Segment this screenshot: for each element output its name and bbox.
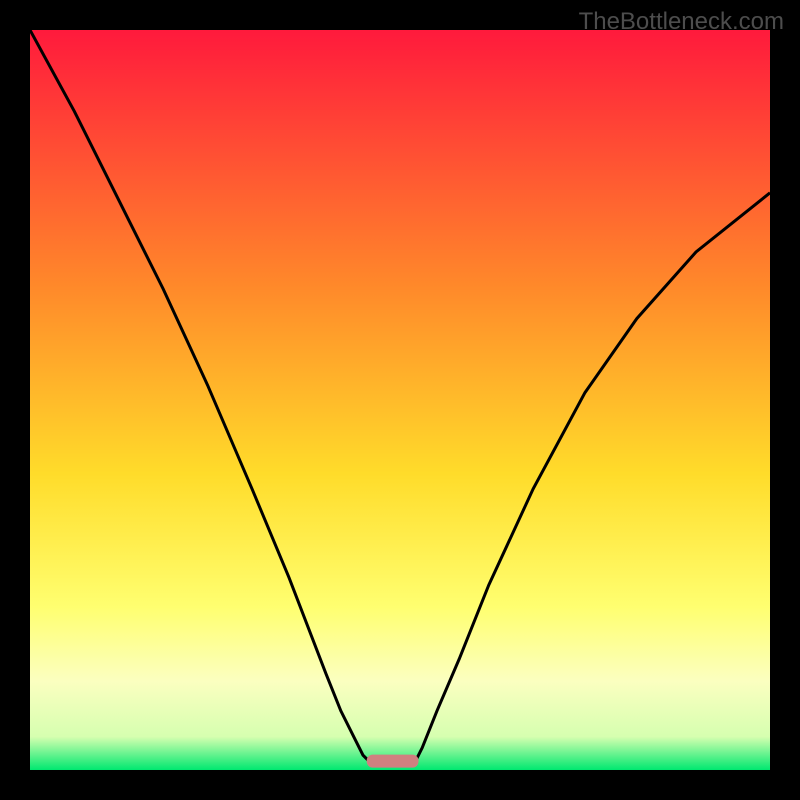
chart-frame: TheBottleneck.com: [0, 0, 800, 800]
plot-background: [30, 30, 770, 770]
watermark-text: TheBottleneck.com: [579, 8, 784, 36]
bottleneck-chart: [30, 30, 770, 770]
bottleneck-marker: [367, 755, 419, 768]
